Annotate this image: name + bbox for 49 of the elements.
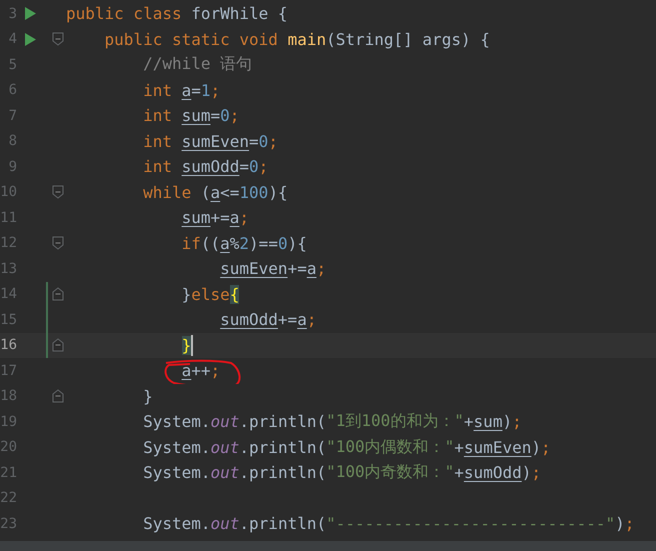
line-number: 22 [0,490,17,506]
line-number: 17 [0,362,17,379]
code-line: System.out.println("100内偶数和："+sumEven); [142,436,551,458]
line-number: 11 [0,210,17,226]
line-number: 6 [8,82,17,98]
run-icon[interactable] [25,7,36,20]
line-number: 18 [0,388,17,404]
code-line: public class forWhile { [66,4,288,24]
line-number: 5 [8,56,17,73]
code-line: if((a%2)==0){ [180,234,307,253]
line-number: 20 [0,439,17,456]
line-number: 3 [8,6,17,22]
line-number: 16 [0,337,17,354]
fold-icon[interactable] [52,32,64,46]
fold-icon[interactable] [52,185,64,200]
code-line: sum+=a; [180,208,250,228]
line-number: 7 [8,108,17,124]
code-line: System.out.println("100内奇数和："+sumOdd); [142,462,541,484]
code-line: } [142,386,153,406]
line-number: 14 [0,286,17,302]
line-number: 13 [0,260,17,277]
code-line: int a=1; [142,80,220,100]
fold-icon[interactable] [52,338,64,352]
line-number: 19 [0,414,17,430]
fold-icon[interactable] [52,389,64,404]
line-number: 15 [0,312,17,328]
code-line: //while 语句 [142,54,252,76]
code-line: System.out.println("----------------------------"); [142,514,634,534]
code-line: int sumOdd=0; [142,157,268,176]
code-line: sumEven+=a; [219,259,326,278]
code-line: public static void main(String[] args) { [104,30,490,49]
code-line: int sum=0; [142,106,240,126]
code-line: }else{ [180,284,240,304]
line-number: 23 [0,516,17,532]
fold-icon[interactable] [52,236,64,250]
code-line: sumOdd+=a; [219,310,316,330]
code-line: System.out.println("1到100的和为："+sum); [142,411,522,432]
line-number: 10 [0,184,17,200]
line-number: 4 [8,31,17,48]
line-number: 21 [0,464,17,481]
code-line: a++; [180,361,220,380]
code-line: while (a<=100){ [142,182,288,202]
line-number: 12 [0,235,17,252]
line-number: 9 [8,158,17,175]
fold-icon[interactable] [52,287,64,302]
code-line: int sumEven=0; [142,132,278,151]
text-cursor [191,334,194,356]
line-number: 8 [8,133,17,150]
run-icon[interactable] [25,32,36,46]
